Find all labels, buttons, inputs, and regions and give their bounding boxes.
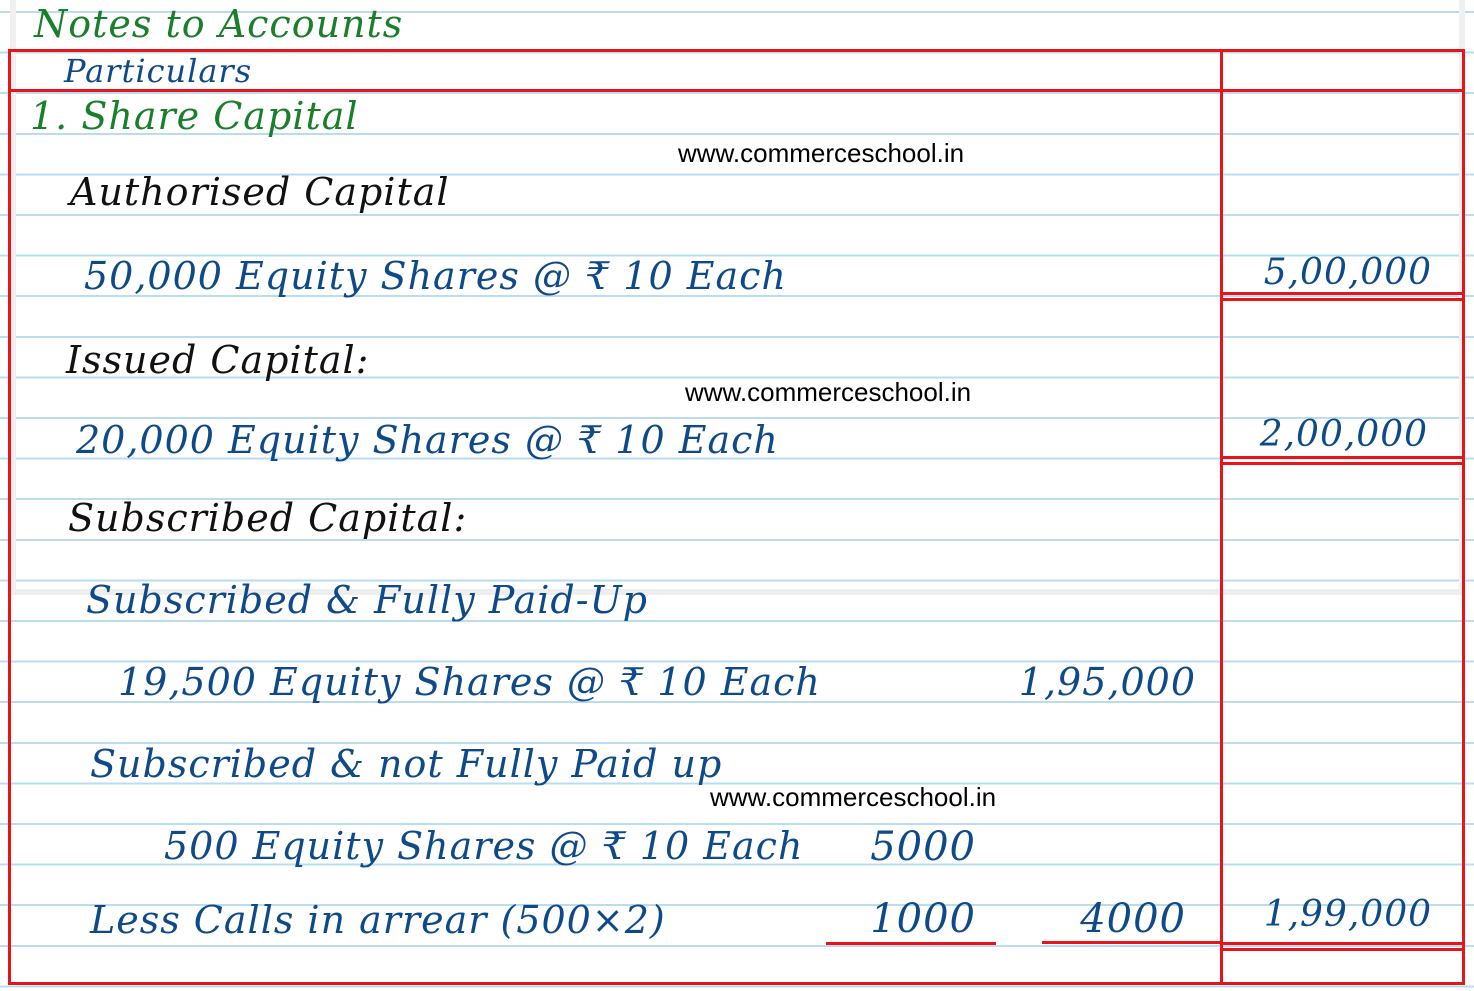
page-heading: Notes to Accounts — [34, 2, 404, 46]
amount-column-divider — [1220, 49, 1223, 982]
authorised-capital-line: 50,000 Equity Shares @ ₹ 10 Each — [84, 254, 787, 298]
issued-total-underline-1 — [1222, 456, 1462, 459]
note-title: 1. Share Capital — [30, 94, 359, 138]
calls-in-arrear-underline — [826, 942, 996, 945]
issued-capital-line: 20,000 Equity Shares @ ₹ 10 Each — [76, 418, 779, 462]
issued-capital-heading: Issued Capital: — [66, 338, 370, 382]
calls-in-arrear-line: Less Calls in arrear (500×2) — [90, 898, 666, 942]
fully-paid-amount: 1,95,000 — [1018, 660, 1196, 704]
calls-in-arrear-amount: 1000 — [870, 896, 976, 942]
issued-capital-amount: 2,00,000 — [1259, 414, 1428, 455]
not-fully-paid-heading: Subscribed & not Fully Paid up — [90, 742, 723, 786]
not-fully-paid-amount: 5000 — [870, 824, 976, 870]
authorised-total-underline-2 — [1222, 298, 1462, 301]
watermark-url: www.commerceschool.in — [710, 782, 997, 812]
subscribed-total-underline-1 — [1222, 942, 1462, 945]
not-fully-paid-line: 500 Equity Shares @ ₹ 10 Each — [164, 824, 804, 868]
watermark-url: www.commerceschool.in — [678, 138, 965, 168]
subscribed-capital-heading: Subscribed Capital: — [68, 496, 468, 540]
net-not-fully-paid-amount: 4000 — [1080, 896, 1186, 942]
fully-paid-line: 19,500 Equity Shares @ ₹ 10 Each — [118, 660, 821, 704]
subscribed-total-underline-2 — [1222, 948, 1462, 951]
authorised-capital-amount: 5,00,000 — [1263, 252, 1432, 293]
column-header-particulars: Particulars — [64, 52, 253, 90]
issued-total-underline-2 — [1222, 462, 1462, 465]
fully-paid-heading: Subscribed & Fully Paid-Up — [86, 578, 648, 622]
authorised-capital-heading: Authorised Capital — [70, 170, 450, 214]
watermark-url: www.commerceschool.in — [685, 377, 972, 407]
subscribed-capital-total: 1,99,000 — [1263, 894, 1432, 935]
